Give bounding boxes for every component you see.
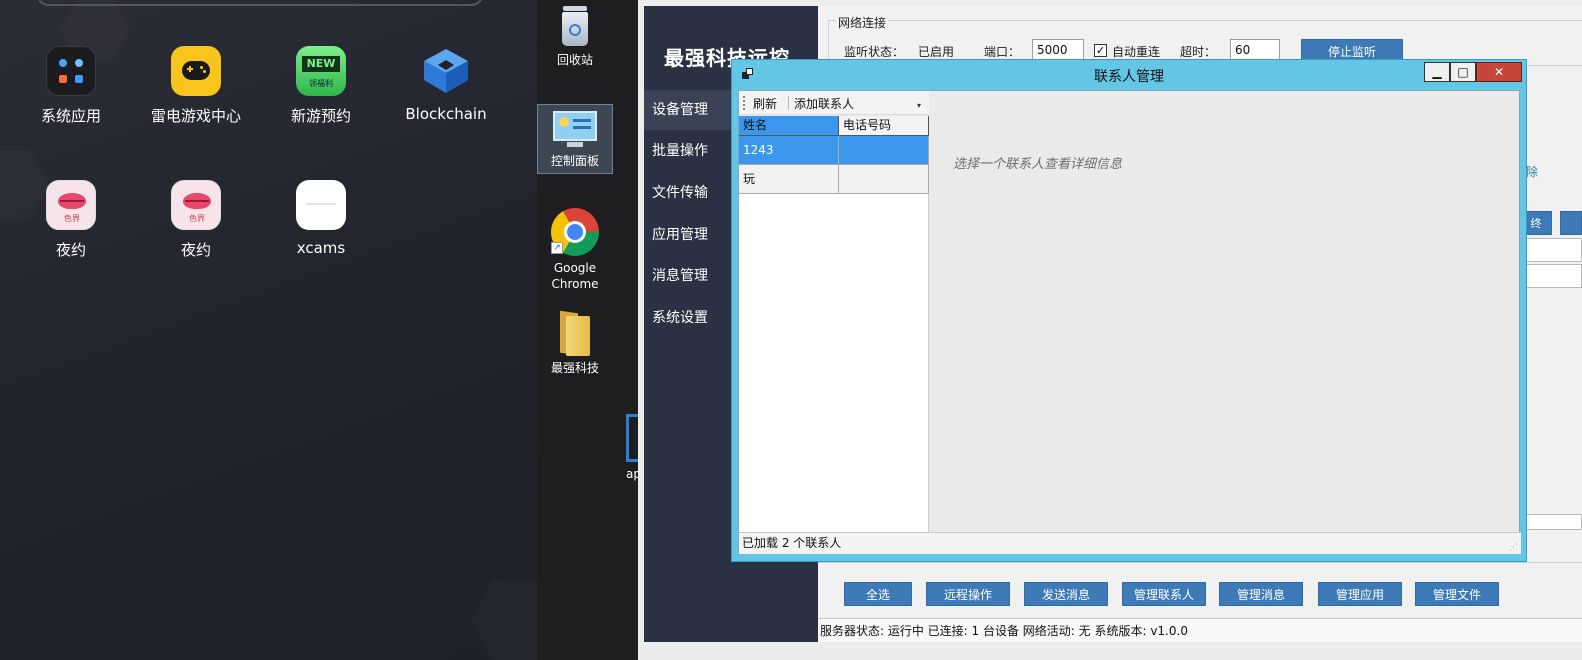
app-label: 系统应用	[40, 107, 101, 125]
desktop-icon-label: Google Chrome	[551, 261, 599, 291]
badge-text: 色界	[64, 214, 80, 223]
app-label: 雷电游戏中心	[150, 107, 241, 125]
nav-file-transfer[interactable]: 文件传输	[644, 173, 736, 213]
resize-grip-icon[interactable]: ⋰	[1509, 543, 1518, 553]
recycle-bin-icon	[558, 4, 592, 48]
nav-app-management[interactable]: 应用管理	[644, 215, 736, 255]
auto-reconnect-checkbox[interactable]: ✓	[1094, 44, 1107, 57]
toolbar-overflow-icon[interactable]: ▾	[917, 101, 921, 110]
app-label: 新游预约	[290, 107, 351, 125]
app-label: 夜约	[180, 241, 211, 259]
select-all-button[interactable]: 全选	[844, 582, 912, 606]
send-message-button[interactable]: 发送消息	[1024, 582, 1108, 606]
nav-message-management[interactable]: 消息管理	[644, 256, 736, 296]
chrome-icon: ↗	[551, 208, 599, 256]
divider	[818, 562, 1582, 563]
app-xcams[interactable]: xcams	[266, 180, 376, 257]
column-header-phone[interactable]: 电话号码	[839, 116, 929, 136]
timeout-label: 超时：	[1180, 45, 1217, 59]
row-phone-cell[interactable]	[839, 136, 929, 165]
maximize-icon[interactable]: □	[1450, 62, 1476, 82]
desktop-icon-label: 最强科技	[550, 361, 599, 375]
app-yeyue-1[interactable]: 色界 夜约	[16, 180, 126, 260]
port-input[interactable]: 5000	[1032, 39, 1084, 61]
partial-right-box	[1524, 514, 1582, 530]
blank-white-icon	[296, 180, 346, 230]
lips-icon: 色界	[46, 180, 96, 230]
toolbar-grip	[743, 96, 745, 110]
contacts-toolbar: 刷新 添加联系人 ▾	[739, 91, 929, 115]
lips-icon: 色界	[171, 180, 221, 230]
network-group-title: 网络连接	[836, 14, 889, 31]
desktop-icon-recycle-bin[interactable]: 回收站	[537, 4, 613, 68]
new-badge-icon: NEW 领福利	[296, 46, 346, 96]
listen-status-value: 已启用	[918, 45, 955, 59]
minimize-icon[interactable]: ▁	[1424, 62, 1450, 82]
manage-messages-button[interactable]: 管理消息	[1219, 582, 1303, 606]
android-launcher: 系统应用 雷电游戏中心 NEW 领福利 新游预约 Blockchain 色界 夜…	[0, 0, 537, 660]
partial-right-input-2[interactable]	[1524, 264, 1582, 288]
desktop-icon-label: 控制面板	[550, 154, 599, 168]
control-panel-icon	[553, 111, 597, 149]
port-label: 端口：	[984, 45, 1021, 59]
app-new-games[interactable]: NEW 领福利 新游预约	[266, 46, 376, 126]
close-icon[interactable]: ✕	[1476, 62, 1522, 82]
app-blockchain[interactable]: Blockchain	[391, 46, 501, 123]
manage-apps-button[interactable]: 管理应用	[1318, 582, 1402, 606]
app-yeyue-2[interactable]: 色界 夜约	[141, 180, 251, 260]
partial-right-button-2[interactable]	[1560, 211, 1582, 235]
listen-status-label: 监听状态：	[844, 45, 905, 59]
desktop-icon-chrome[interactable]: ↗ Google Chrome	[537, 208, 613, 292]
partial-delete-text: 除	[1526, 165, 1539, 179]
gamepad-icon	[171, 46, 221, 96]
column-header-name[interactable]: 姓名	[739, 116, 839, 136]
windows-desktop: 回收站 控制面板 ↗ Google Chrome 最强科技 ap	[537, 0, 641, 660]
nav-system-settings[interactable]: 系统设置	[644, 298, 736, 338]
app-game-center[interactable]: 雷电游戏中心	[141, 46, 251, 126]
folder-icon	[558, 310, 592, 356]
app-system-apps[interactable]: 系统应用	[16, 46, 126, 126]
dialog-titlebar[interactable]: 联系人管理 ▁ □ ✕	[732, 60, 1526, 88]
blockchain-cube-icon	[421, 46, 471, 96]
badge-text: 色界	[189, 214, 205, 223]
desktop-icon-control-panel[interactable]: 控制面板	[537, 104, 613, 174]
search-bar[interactable]	[36, 0, 484, 6]
app-label: Blockchain	[405, 105, 487, 123]
toolbar-separator	[788, 96, 789, 110]
nav-batch-operations[interactable]: 批量操作	[644, 131, 736, 171]
partial-right-input[interactable]	[1524, 238, 1582, 262]
dialog-title: 联系人管理	[1094, 69, 1164, 85]
detail-placeholder: 选择一个联系人查看详细信息	[953, 157, 1123, 172]
app-label: 夜约	[55, 241, 86, 259]
desktop-icon-folder[interactable]: 最强科技	[537, 310, 613, 376]
new-badge-text: NEW	[302, 56, 340, 72]
dialog-status-bar: 已加载 2 个联系人	[739, 532, 1521, 554]
folder-grid-icon	[46, 46, 96, 96]
nav-device-management[interactable]: 设备管理	[644, 90, 736, 130]
row-name-cell[interactable]: 玩	[739, 165, 839, 194]
desktop-icon-label: 回收站	[556, 53, 593, 67]
add-contact-button[interactable]: 添加联系人	[794, 95, 854, 112]
remote-operation-button[interactable]: 远程操作	[926, 582, 1010, 606]
contacts-dialog: 联系人管理 ▁ □ ✕ 刷新 添加联系人 ▾ 姓名 电话号码 1243 玩 选择…	[731, 59, 1527, 562]
auto-reconnect-label: 自动重连	[1112, 45, 1161, 59]
contacts-grid: 姓名 电话号码 1243 玩	[739, 116, 929, 532]
server-status-bar: 服务器状态: 运行中 已连接: 1 台设备 网络活动: 无 系统版本: v1.0…	[818, 618, 1582, 642]
refresh-button[interactable]: 刷新	[753, 95, 777, 112]
timeout-input[interactable]: 60	[1230, 39, 1280, 61]
bonus-text: 领福利	[309, 79, 333, 88]
dialog-client: 刷新 添加联系人 ▾ 姓名 电话号码 1243 玩 选择一个联系人查看详细信息 …	[738, 90, 1521, 554]
row-phone-cell[interactable]	[839, 165, 929, 194]
app-label: xcams	[296, 239, 346, 257]
manage-files-button[interactable]: 管理文件	[1415, 582, 1499, 606]
manage-contacts-button[interactable]: 管理联系人	[1122, 582, 1206, 606]
row-name-cell[interactable]: 1243	[739, 136, 839, 165]
